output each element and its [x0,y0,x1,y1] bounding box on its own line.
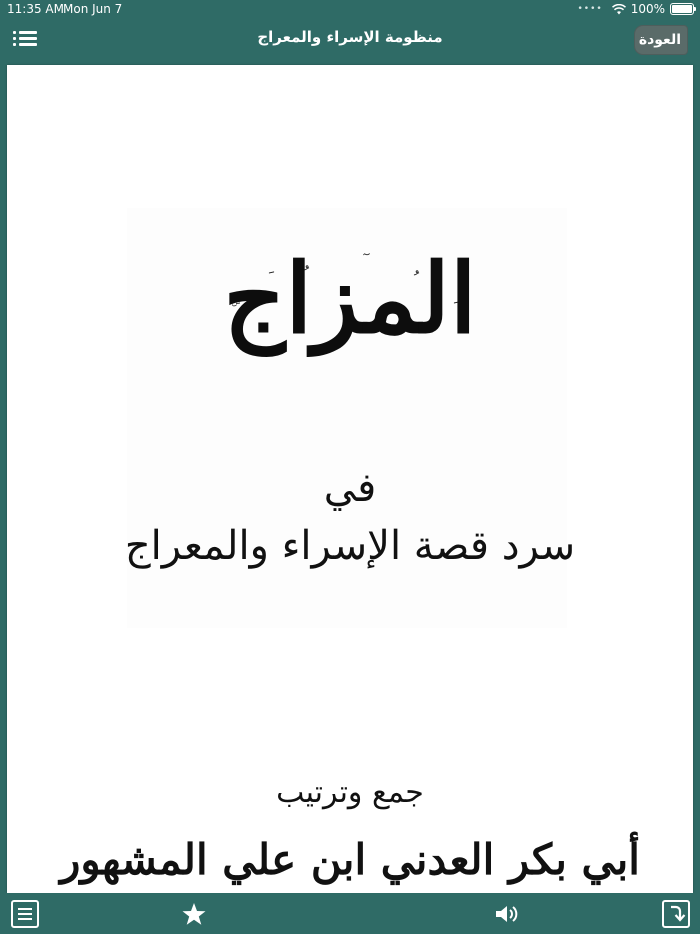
signal-dots-icon: •••• [577,4,603,14]
navigation-bar: منظومة الإسراء والمعراج العودة [0,18,700,62]
bottom-toolbar [0,893,700,934]
back-button[interactable]: العودة [633,25,688,55]
book-page: ۣ ِ ُ ٓ ُ ِ المزاج في سرد قصة الإسراء وا… [7,65,693,893]
list-icon[interactable] [11,900,39,928]
battery-percent: 100% [630,2,665,16]
forward-icon[interactable] [662,900,690,928]
cover-subtitle: سرد قصة الإسراء والمعراج [124,523,576,569]
author-name: أبي بكر العدني ابن علي المشهور [60,835,640,884]
compiled-by-label: جمع وترتيب [276,775,424,810]
status-right: •••• 100% [577,2,696,16]
status-time: 11:35 AM [7,2,64,16]
cover-preposition: في [323,465,377,511]
cover-title: المزاج [223,242,478,355]
wifi-icon [611,3,626,14]
speaker-icon[interactable] [492,900,520,928]
star-icon[interactable] [180,900,208,928]
status-bar: 11:35 AM Mon Jun 7 •••• 100% [0,0,700,18]
status-date: Mon Jun 7 [63,2,123,16]
battery-icon [670,3,696,15]
page-title: منظومة الإسراء والمعراج [257,28,443,46]
